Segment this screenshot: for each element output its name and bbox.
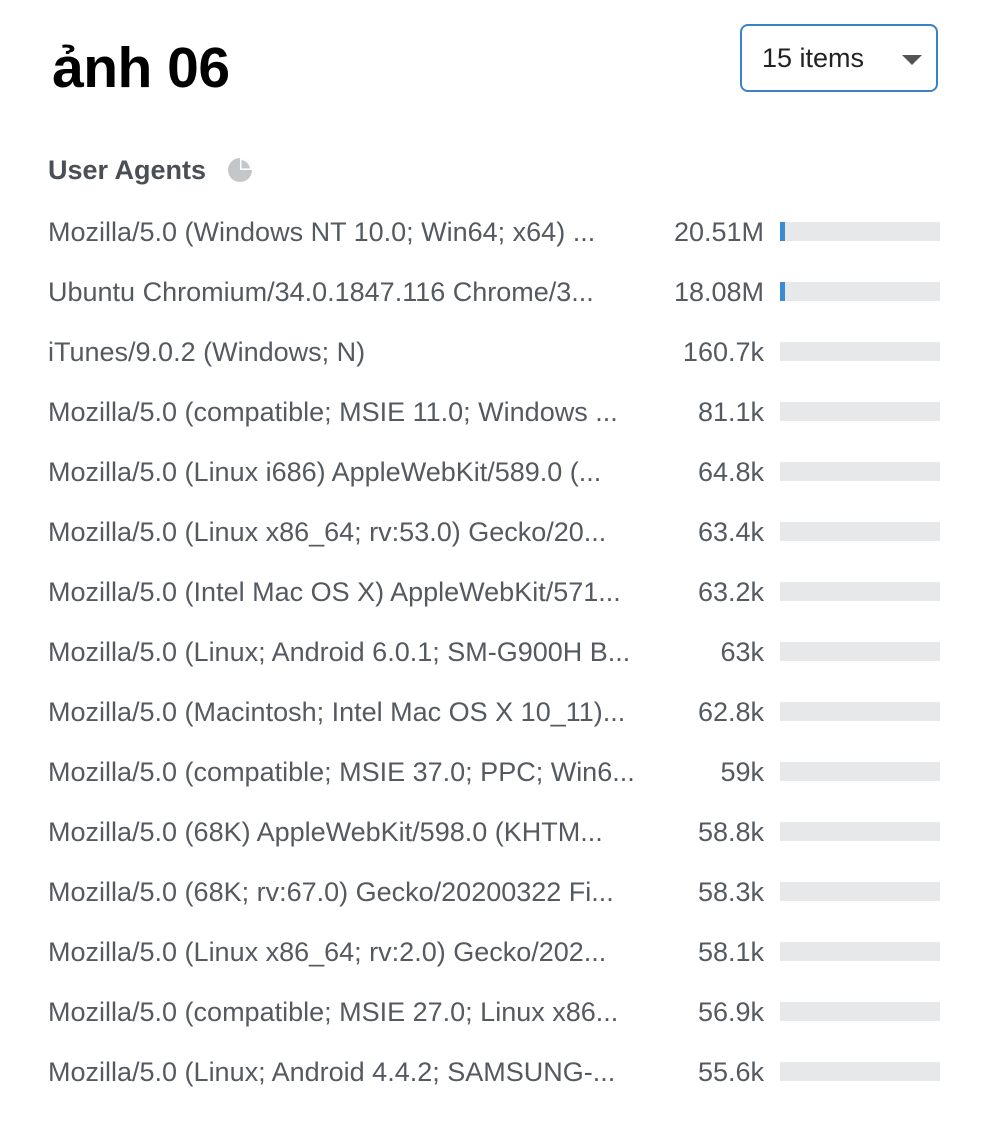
share-bar-track [780,762,940,781]
user-agent-label: Mozilla/5.0 (Linux; Android 4.4.2; SAMSU… [48,1057,616,1087]
list-item[interactable]: Mozilla/5.0 (Linux i686) AppleWebKit/589… [48,442,940,502]
user-agent-label: Mozilla/5.0 (Linux x86_64; rv:53.0) Geck… [48,517,607,547]
share-bar-track [780,882,940,901]
section-header: User Agents [48,150,254,190]
user-agent-label: Mozilla/5.0 (Macintosh; Intel Mac OS X 1… [48,697,626,727]
section-title: User Agents [48,154,207,185]
share-bar-fill [780,282,785,301]
user-agent-count: 160.7k [682,337,764,367]
list-item[interactable]: Mozilla/5.0 (Macintosh; Intel Mac OS X 1… [48,682,940,742]
user-agent-count: 64.8k [697,457,764,487]
share-bar-track [780,1062,940,1081]
user-agent-count: 63k [720,637,764,667]
list-item[interactable]: iTunes/9.0.2 (Windows; N) 160.7k [48,322,940,382]
user-agent-count: 58.8k [697,817,764,847]
user-agent-count: 20.51M [673,217,764,247]
user-agent-label: Mozilla/5.0 (Linux; Android 6.0.1; SM-G9… [48,637,631,667]
share-bar-track [780,942,940,961]
share-bar-track [780,282,940,301]
user-agent-label: Ubuntu Chromium/34.0.1847.116 Chrome/3..… [48,277,594,307]
share-bar-track [780,222,940,241]
list-item[interactable]: Mozilla/5.0 (Intel Mac OS X) AppleWebKit… [48,562,940,622]
pie-chart-icon[interactable] [226,156,254,184]
user-agent-count: 63.4k [697,517,764,547]
list-item[interactable]: Mozilla/5.0 (68K; rv:67.0) Gecko/2020032… [48,862,940,922]
share-bar-track [780,642,940,661]
share-bar-track [780,522,940,541]
user-agent-label: Mozilla/5.0 (Intel Mac OS X) AppleWebKit… [48,577,621,607]
list-item[interactable]: Mozilla/5.0 (compatible; MSIE 37.0; PPC;… [48,742,940,802]
list-item[interactable]: Mozilla/5.0 (68K) AppleWebKit/598.0 (KHT… [48,802,940,862]
items-count-select[interactable]: 15 items [740,24,938,92]
user-agent-count: 81.1k [697,397,764,427]
user-agent-list: Mozilla/5.0 (Windows NT 10.0; Win64; x64… [48,202,940,1102]
share-bar-track [780,822,940,841]
user-agent-count: 63.2k [697,577,764,607]
user-agent-count: 62.8k [697,697,764,727]
list-item[interactable]: Mozilla/5.0 (Linux x86_64; rv:53.0) Geck… [48,502,940,562]
share-bar-track [780,582,940,601]
user-agent-label: Mozilla/5.0 (compatible; MSIE 37.0; PPC;… [48,757,635,787]
chevron-down-icon [902,55,922,65]
page-title: ảnh 06 [52,36,230,100]
user-agent-count: 58.1k [697,937,764,967]
share-bar-track [780,342,940,361]
list-item[interactable]: Mozilla/5.0 (compatible; MSIE 27.0; Linu… [48,982,940,1042]
share-bar-track [780,702,940,721]
user-agent-label: Mozilla/5.0 (68K; rv:67.0) Gecko/2020032… [48,877,614,907]
list-item[interactable]: Mozilla/5.0 (Linux x86_64; rv:2.0) Gecko… [48,922,940,982]
share-bar-track [780,462,940,481]
share-bar-track [780,1002,940,1021]
list-item[interactable]: Mozilla/5.0 (Windows NT 10.0; Win64; x64… [48,202,940,262]
list-item[interactable]: Mozilla/5.0 (Linux; Android 6.0.1; SM-G9… [48,622,940,682]
user-agent-count: 59k [720,757,764,787]
user-agent-label: iTunes/9.0.2 (Windows; N) [48,337,366,367]
user-agent-label: Mozilla/5.0 (Windows NT 10.0; Win64; x64… [48,217,596,247]
list-item[interactable]: Mozilla/5.0 (Linux; Android 4.4.2; SAMSU… [48,1042,940,1102]
list-item[interactable]: Mozilla/5.0 (compatible; MSIE 11.0; Wind… [48,382,940,442]
list-item[interactable]: Ubuntu Chromium/34.0.1847.116 Chrome/3..… [48,262,940,322]
user-agent-label: Mozilla/5.0 (Linux i686) AppleWebKit/589… [48,457,602,487]
items-count-value: 15 items [762,43,865,73]
share-bar-fill [780,222,785,241]
user-agent-count: 55.6k [697,1057,764,1087]
user-agent-label: Mozilla/5.0 (compatible; MSIE 11.0; Wind… [48,397,618,427]
user-agent-count: 58.3k [697,877,764,907]
user-agent-label: Mozilla/5.0 (Linux x86_64; rv:2.0) Gecko… [48,937,607,967]
user-agent-label: Mozilla/5.0 (compatible; MSIE 27.0; Linu… [48,997,619,1027]
user-agent-label: Mozilla/5.0 (68K) AppleWebKit/598.0 (KHT… [48,817,603,847]
user-agent-count: 18.08M [673,277,764,307]
share-bar-track [780,402,940,421]
user-agent-count: 56.9k [697,997,764,1027]
